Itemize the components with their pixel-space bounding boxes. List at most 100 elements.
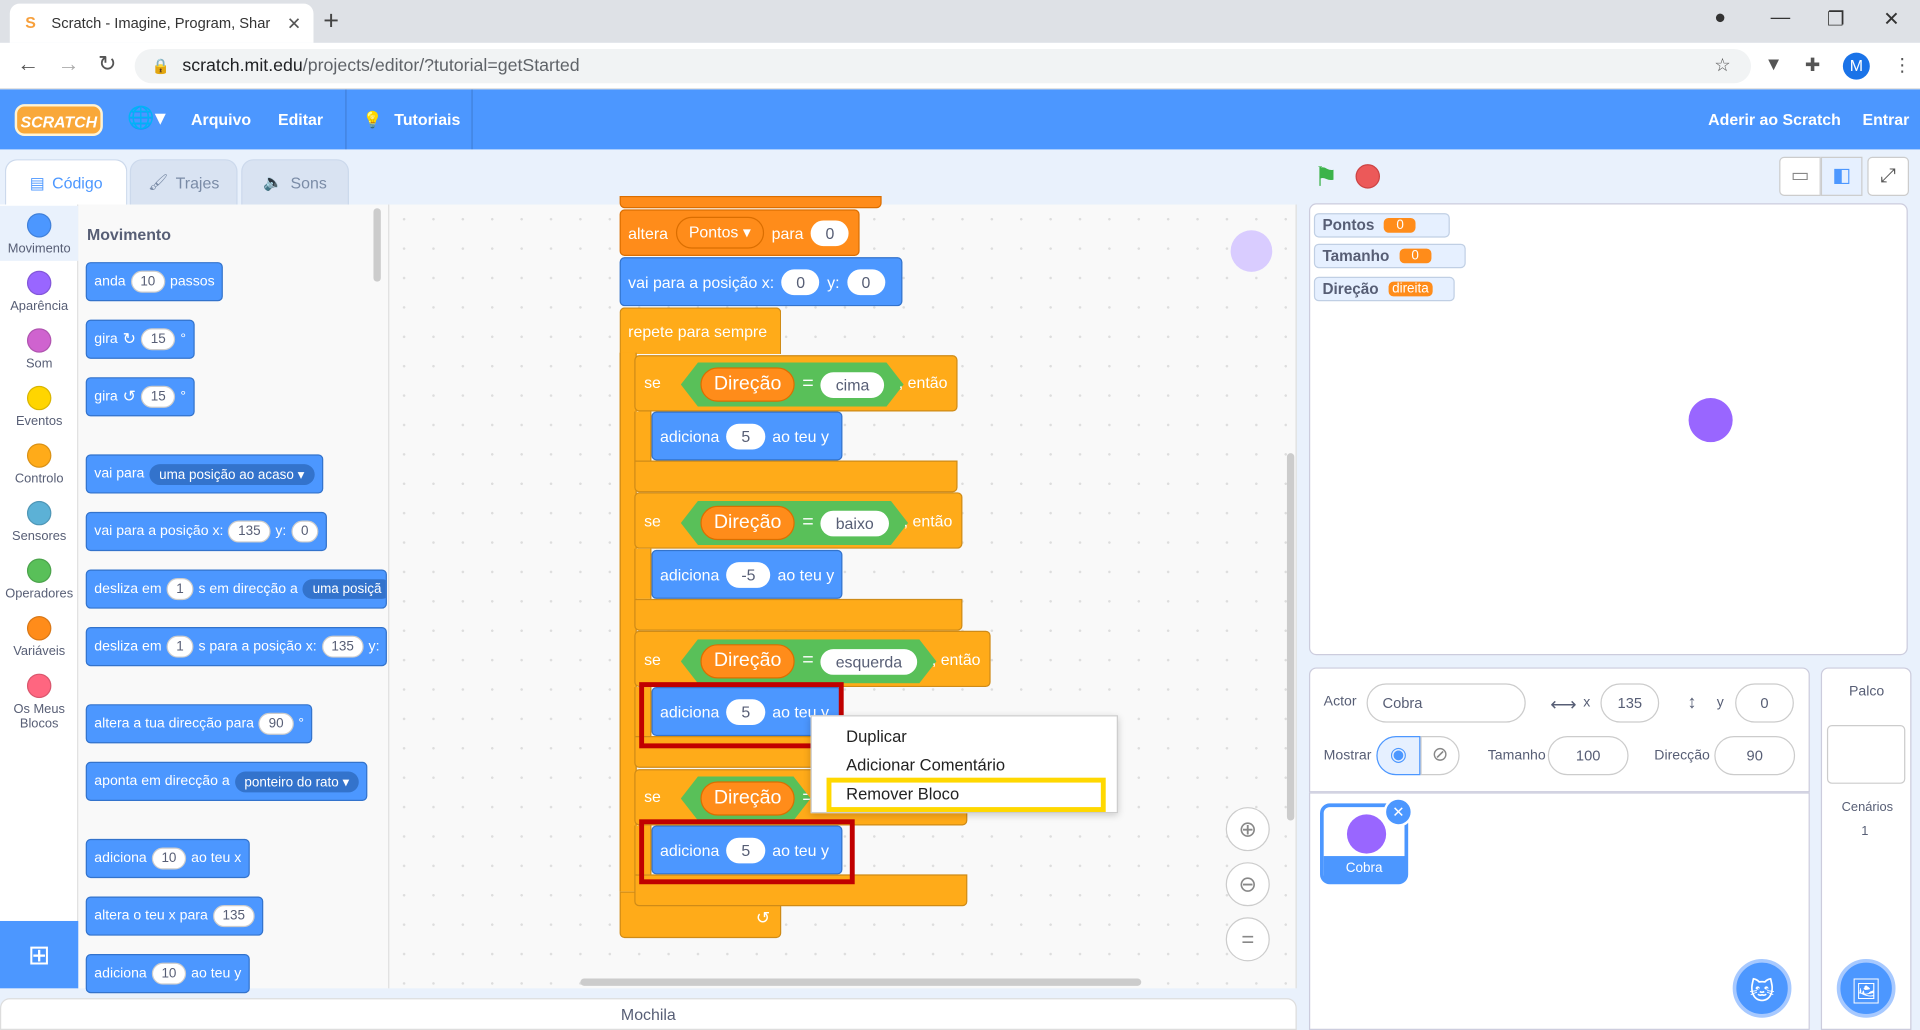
zoom-in-icon[interactable]: ⊕ — [1225, 807, 1270, 852]
block-input[interactable]: 1 — [166, 635, 194, 658]
palette-block-move[interactable]: anda 10 passos — [85, 262, 224, 302]
palette-block-turn-left[interactable]: gira ↺ 15 ° — [85, 377, 195, 417]
block-input[interactable]: 0 — [810, 219, 850, 246]
back-icon[interactable]: ← — [17, 51, 39, 77]
extension-icon[interactable]: ▼ — [1765, 54, 1783, 75]
new-tab-button[interactable]: + — [323, 5, 339, 37]
category-meus-blocos[interactable]: Os Meus Blocos — [0, 673, 78, 731]
workspace-vertical-scrollbar[interactable] — [1286, 453, 1295, 821]
restore-icon[interactable]: ❐ — [1827, 7, 1845, 31]
bookmark-star-icon[interactable]: ☆ — [1714, 54, 1730, 76]
zoom-out-icon[interactable]: ⊖ — [1225, 862, 1270, 907]
block-input[interactable]: 5 — [726, 423, 765, 449]
block-input[interactable]: -5 — [726, 561, 771, 588]
block-input[interactable]: 90 — [258, 712, 294, 735]
block-input[interactable]: 0 — [291, 520, 319, 543]
direction-input[interactable]: 90 — [1714, 736, 1796, 776]
menu-editar[interactable]: Editar — [278, 110, 323, 128]
block-input[interactable]: cima — [821, 372, 884, 398]
backpack-bar[interactable]: Mochila — [0, 998, 1297, 1030]
menu-tutoriais[interactable]: Tutoriais — [394, 110, 460, 128]
stage-canvas[interactable] — [1308, 203, 1908, 656]
fullscreen-icon[interactable]: ⤢ — [1867, 156, 1909, 196]
url-input[interactable]: 🔒 scratch.mit.edu/projects/editor/?tutor… — [134, 48, 1752, 84]
category-som[interactable]: Som — [0, 328, 78, 371]
block-input[interactable]: 10 — [130, 270, 166, 293]
small-stage-icon[interactable]: ▭ — [1779, 156, 1821, 196]
profile-menu-icon[interactable]: ● — [1714, 7, 1726, 29]
palette-block-change-y[interactable]: adiciona 10 ao teu y — [85, 954, 250, 994]
block-input[interactable]: esquerda — [821, 648, 917, 674]
reload-icon[interactable]: ↻ — [98, 51, 116, 77]
tab-costumes[interactable]: 🖌 Trajes — [129, 159, 238, 206]
delete-sprite-icon[interactable]: ✕ — [1383, 797, 1414, 827]
category-controlo[interactable]: Controlo — [0, 443, 78, 486]
palette-block-goto[interactable]: vai para uma posição ao acaso ▾ — [85, 454, 323, 494]
block-input[interactable]: 15 — [140, 385, 176, 408]
close-window-icon[interactable]: ✕ — [1883, 7, 1899, 31]
monitor-direcao[interactable]: Direção direita — [1313, 276, 1455, 302]
goto-xy-block[interactable]: vai para a posição x: 0 y: 0 — [619, 257, 903, 307]
hide-eye-icon[interactable]: ⊘ — [1420, 736, 1460, 776]
menu-arquivo[interactable]: Arquivo — [191, 110, 251, 128]
forever-block[interactable]: repete para sempre — [619, 307, 782, 354]
equals-operator[interactable]: Direção = baixo — [681, 501, 908, 545]
equals-operator[interactable]: Direção = cima — [681, 363, 904, 407]
palette-block-glide-xy[interactable]: desliza em 1 s para a posição x: 135 y: — [85, 627, 387, 667]
set-pontos-block[interactable]: altera Pontos ▾ para 0 — [619, 209, 860, 256]
block-input[interactable]: 15 — [140, 328, 176, 351]
scratch-logo[interactable]: SCRATCH — [14, 104, 103, 136]
palette-block-turn-right[interactable]: gira ↻ 15 ° — [85, 319, 195, 359]
block-input[interactable]: 10 — [151, 962, 187, 985]
add-backdrop-icon[interactable]: 🖼 — [1836, 958, 1896, 1018]
palette-block-change-x[interactable]: adiciona 10 ao teu x — [85, 838, 250, 879]
green-flag-icon[interactable]: ⚑ — [1314, 162, 1338, 194]
normal-stage-icon[interactable]: ◧ — [1820, 156, 1863, 196]
stop-icon[interactable] — [1355, 164, 1381, 189]
category-eventos[interactable]: Eventos — [0, 385, 78, 429]
close-tab-icon[interactable]: ✕ — [287, 13, 301, 34]
block-dropdown[interactable]: uma posiçã — [302, 579, 386, 599]
browser-menu-icon[interactable]: ⋮ — [1893, 54, 1911, 76]
join-scratch-link[interactable]: Aderir ao Scratch — [1708, 110, 1841, 128]
block-input[interactable]: 135 — [212, 905, 255, 928]
category-variaveis[interactable]: Variáveis — [0, 616, 78, 659]
workspace-horizontal-scrollbar[interactable] — [580, 978, 1142, 986]
size-input[interactable]: 100 — [1547, 736, 1629, 776]
palette-block-goto-xy[interactable]: vai para a posição x: 135 y: 0 — [85, 511, 327, 552]
change-y-block[interactable]: adiciona -5 ao teu y — [651, 549, 843, 599]
y-input[interactable]: 0 — [1735, 683, 1794, 723]
palette-block-glide-to[interactable]: desliza em 1 s em direcção a uma posiçã — [85, 569, 387, 609]
change-y-block[interactable]: adiciona 5 ao teu y — [651, 411, 843, 461]
block-input[interactable]: 0 — [781, 268, 820, 295]
category-movimento[interactable]: Movimento — [0, 205, 79, 261]
palette-block-set-x[interactable]: altera o teu x para 135 — [85, 896, 264, 936]
equals-operator[interactable]: Direção = — [681, 776, 811, 820]
minimize-icon[interactable]: — — [1771, 7, 1791, 29]
variable-reporter[interactable]: Direção — [700, 644, 794, 678]
variable-dropdown[interactable]: Pontos ▾ — [675, 216, 765, 249]
tab-code[interactable]: ▤ Código — [4, 159, 128, 206]
stage-thumbnail[interactable] — [1826, 725, 1906, 784]
category-sensores[interactable]: Sensores — [0, 500, 78, 544]
palette-block-point-direction[interactable]: altera a tua direcção para 90 ° — [85, 704, 313, 744]
add-extension-icon[interactable]: ⊞ — [0, 920, 79, 989]
palette-block-point-towards[interactable]: aponta em direcção a ponteiro do rato ▾ — [85, 761, 368, 801]
show-eye-icon[interactable]: ◉ — [1376, 736, 1421, 776]
equals-operator[interactable]: Direção = esquerda — [681, 639, 937, 683]
sprite-name-input[interactable]: Cobra — [1366, 683, 1526, 723]
menu-item-adicionar-comentario[interactable]: Adicionar Comentário — [846, 756, 1005, 774]
category-operadores[interactable]: Operadores — [0, 558, 78, 601]
forward-icon[interactable]: → — [58, 51, 80, 77]
block-input[interactable]: 135 — [321, 635, 364, 658]
block-input[interactable]: 1 — [166, 578, 194, 601]
tab-sounds[interactable]: 🔈 Sons — [241, 159, 349, 206]
variable-reporter[interactable]: Direção — [700, 781, 794, 815]
variable-reporter[interactable]: Direção — [700, 367, 794, 401]
block-input[interactable]: baixo — [821, 510, 888, 536]
block-input[interactable]: 0 — [846, 268, 886, 295]
palette-scrollbar[interactable] — [373, 208, 381, 282]
variable-reporter[interactable]: Direção — [700, 506, 794, 540]
language-globe-icon[interactable]: 🌐▾ — [127, 105, 166, 131]
add-sprite-cat-icon[interactable]: 🐱 — [1732, 958, 1792, 1018]
